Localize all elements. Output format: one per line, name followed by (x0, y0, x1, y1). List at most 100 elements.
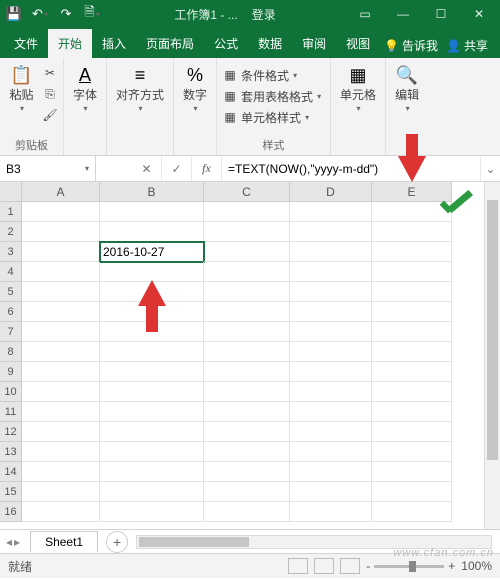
vertical-scrollbar[interactable] (484, 182, 500, 529)
cell[interactable] (22, 342, 100, 362)
cell[interactable] (100, 222, 204, 242)
cell[interactable] (22, 322, 100, 342)
format-painter-button[interactable]: 🖌 (42, 105, 58, 125)
view-normal-button[interactable] (288, 558, 308, 574)
formula-input-wrap[interactable] (222, 156, 480, 181)
login-link[interactable]: 登录 (252, 6, 276, 23)
undo-icon[interactable]: ↶▾ (30, 4, 50, 24)
cell[interactable] (204, 222, 290, 242)
cell[interactable] (290, 242, 372, 262)
cell[interactable] (204, 382, 290, 402)
column-header[interactable]: D (290, 182, 372, 202)
formula-input[interactable] (228, 162, 474, 176)
fx-button[interactable]: fx (192, 156, 222, 181)
cond-format-button[interactable]: ▦条件格式▾ (222, 65, 325, 85)
cell[interactable] (22, 502, 100, 522)
cell[interactable] (204, 462, 290, 482)
tab-data[interactable]: 数据 (248, 29, 292, 58)
cell-style-button[interactable]: ▦单元格样式▾ (222, 107, 325, 127)
cell[interactable]: 2016-10-27 (100, 242, 204, 262)
row-header[interactable]: 4 (0, 262, 22, 282)
zoom-slider[interactable] (374, 565, 444, 568)
tab-pagelayout[interactable]: 页面布局 (136, 29, 204, 58)
tab-review[interactable]: 审阅 (292, 29, 336, 58)
column-header[interactable]: B (100, 182, 204, 202)
sheet-nav[interactable]: ◂▸ (0, 535, 26, 549)
scrollbar-thumb[interactable] (487, 200, 498, 460)
row-header[interactable]: 5 (0, 282, 22, 302)
cell[interactable] (372, 282, 452, 302)
cell[interactable] (290, 202, 372, 222)
zoom-level[interactable]: 100% (461, 559, 492, 573)
paste-button[interactable]: 📋 粘贴▾ (5, 61, 38, 116)
cell[interactable] (372, 422, 452, 442)
cell[interactable] (204, 442, 290, 462)
zoom-in-button[interactable]: + (448, 559, 455, 573)
cancel-formula-button[interactable]: ✕ (132, 156, 162, 181)
tab-view[interactable]: 视图 (336, 29, 380, 58)
cells-area[interactable]: 2016-10-27 (22, 202, 484, 529)
cell[interactable] (100, 482, 204, 502)
cell[interactable] (22, 302, 100, 322)
cell[interactable] (100, 382, 204, 402)
row-header[interactable]: 11 (0, 402, 22, 422)
row-header[interactable]: 1 (0, 202, 22, 222)
scrollbar-thumb[interactable] (139, 537, 249, 547)
cut-button[interactable]: ✂ (42, 63, 58, 83)
cell[interactable] (100, 402, 204, 422)
cell[interactable] (290, 362, 372, 382)
tab-file[interactable]: 文件 (4, 29, 48, 58)
cell[interactable] (204, 482, 290, 502)
add-sheet-button[interactable]: + (106, 531, 128, 553)
tab-insert[interactable]: 插入 (92, 29, 136, 58)
cell[interactable] (204, 242, 290, 262)
row-header[interactable]: 2 (0, 222, 22, 242)
cell[interactable] (372, 502, 452, 522)
cell[interactable] (204, 502, 290, 522)
cell[interactable] (22, 442, 100, 462)
chevron-down-icon[interactable]: ▾ (85, 164, 89, 173)
number-button[interactable]: % 数字▾ (179, 61, 211, 116)
cell[interactable] (290, 262, 372, 282)
cell[interactable] (290, 482, 372, 502)
cell[interactable] (100, 342, 204, 362)
row-header[interactable]: 16 (0, 502, 22, 522)
maximize-icon[interactable]: ☐ (424, 0, 458, 28)
editing-button[interactable]: 🔍 编辑▾ (391, 61, 423, 116)
row-header[interactable]: 14 (0, 462, 22, 482)
ribbon-options-icon[interactable]: ▭ (348, 0, 382, 28)
cell[interactable] (100, 262, 204, 282)
cells-button[interactable]: ▦ 单元格▾ (336, 61, 380, 116)
redo-icon[interactable]: ↷ (56, 4, 76, 24)
cell[interactable] (372, 442, 452, 462)
tab-formulas[interactable]: 公式 (204, 29, 248, 58)
cell[interactable] (290, 402, 372, 422)
cell[interactable] (372, 482, 452, 502)
cell[interactable] (204, 302, 290, 322)
name-box-input[interactable] (6, 162, 66, 176)
cell[interactable] (372, 242, 452, 262)
row-header[interactable]: 13 (0, 442, 22, 462)
share-button[interactable]: 👤共享 (440, 33, 494, 58)
minimize-icon[interactable]: ― (386, 0, 420, 28)
table-format-button[interactable]: ▦套用表格格式▾ (222, 86, 325, 106)
enter-formula-button[interactable]: ✓ (162, 156, 192, 181)
cell[interactable] (372, 222, 452, 242)
cell[interactable] (22, 382, 100, 402)
cell[interactable] (22, 422, 100, 442)
sheet-tab[interactable]: Sheet1 (30, 531, 98, 552)
tell-me[interactable]: 💡告诉我 (384, 37, 438, 54)
cell[interactable] (204, 202, 290, 222)
copy-button[interactable]: ⎘ (42, 84, 58, 104)
cell[interactable] (22, 362, 100, 382)
cell[interactable] (290, 222, 372, 242)
row-header[interactable]: 12 (0, 422, 22, 442)
cell[interactable] (204, 282, 290, 302)
cell[interactable] (290, 442, 372, 462)
cell[interactable] (22, 242, 100, 262)
align-button[interactable]: ≡ 对齐方式▾ (112, 61, 168, 116)
cell[interactable] (22, 462, 100, 482)
zoom-control[interactable]: - + (366, 559, 455, 573)
spreadsheet-grid[interactable]: ABCDE 12345678910111213141516 2016-10-27 (0, 182, 500, 530)
cell[interactable] (290, 382, 372, 402)
